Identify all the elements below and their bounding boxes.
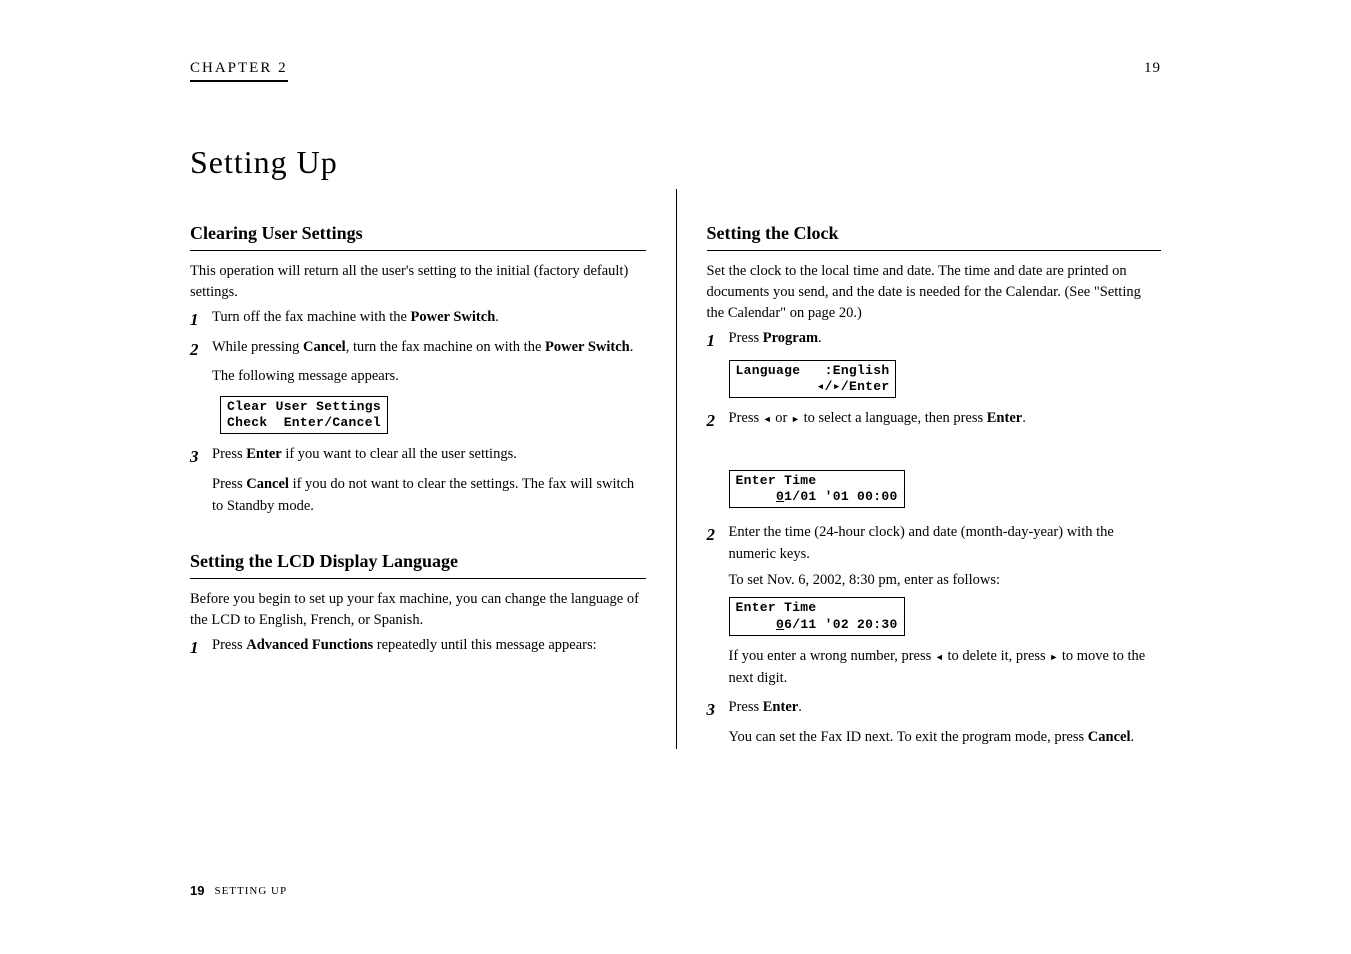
lcd-enter-time-initial: Enter Time 01/01 '01 00:00 <box>729 470 905 509</box>
text: . <box>630 339 634 355</box>
text: Press <box>212 476 246 492</box>
text: If you enter a wrong number, press <box>729 648 935 664</box>
step-number: 3 <box>707 697 729 723</box>
lcd-cursor: 0 <box>776 489 784 504</box>
text: if you want to clear all the user settin… <box>282 446 517 462</box>
clock-step-2: 2 Enter the time (24-hour clock) and dat… <box>707 522 1162 566</box>
text: . <box>1022 410 1026 426</box>
page-number-top: 19 <box>1144 60 1161 77</box>
step-body: Press Program. <box>729 328 1162 354</box>
step-body: Press Enter. <box>729 697 1162 723</box>
lcd-line: Clear User Settings <box>227 399 381 414</box>
bold: Cancel <box>303 339 346 355</box>
header: CHAPTER 2 19 <box>190 60 1161 82</box>
lcd-cursor: 0 <box>776 617 784 632</box>
triangle-left-icon <box>935 650 944 665</box>
page-title: Setting Up <box>190 144 1161 181</box>
text: Press <box>729 410 763 426</box>
step-body: Enter the time (24-hour clock) and date … <box>729 522 1162 566</box>
triangle-right-icon <box>791 412 800 427</box>
step-3: 3 Press Enter if you want to clear all t… <box>190 444 646 470</box>
step-body: Press Enter if you want to clear all the… <box>212 444 646 470</box>
section-clock-heading: Setting the Clock <box>707 223 1162 251</box>
lang-step-1: 1 Press Advanced Functions repeatedly un… <box>190 635 646 661</box>
step-number: 1 <box>190 307 212 333</box>
footer: 19 SETTING UP <box>190 883 287 898</box>
triangle-right-icon <box>1049 650 1058 665</box>
triangle-left-icon <box>763 412 772 427</box>
columns: Clearing User Settings This operation wi… <box>190 189 1161 749</box>
page-number-bottom: 19 <box>190 883 204 898</box>
step-1: 1 Turn off the fax machine with the Powe… <box>190 307 646 333</box>
lcd-line-seg <box>736 617 777 632</box>
step-number: 2 <box>707 408 729 434</box>
step-number: 3 <box>190 444 212 470</box>
text: to select a language, then press <box>800 410 987 426</box>
section-clock-intro: Set the clock to the local time and date… <box>707 261 1162 324</box>
lang-step-2: 2 Press or to select a language, then pr… <box>707 408 1162 434</box>
text: or <box>772 410 791 426</box>
step-number: 2 <box>707 522 729 566</box>
step-sub: The following message appears. <box>212 366 646 388</box>
lcd-line: Language :English <box>736 363 890 378</box>
text: , turn the fax machine on with the <box>346 339 545 355</box>
section-clear-settings-heading: Clearing User Settings <box>190 223 646 251</box>
step-sub: To set Nov. 6, 2002, 8:30 pm, enter as f… <box>729 570 1162 592</box>
left-column: Clearing User Settings This operation wi… <box>190 189 676 749</box>
text: repeatedly until this message appears: <box>373 637 596 653</box>
text: Press <box>212 637 246 653</box>
bold: Advanced Functions <box>246 637 373 653</box>
section-language-intro: Before you begin to set up your fax mach… <box>190 589 646 631</box>
step-number: 1 <box>707 328 729 354</box>
text: . <box>495 309 499 325</box>
step-body: Press Advanced Functions repeatedly unti… <box>212 635 646 661</box>
chapter-label: CHAPTER 2 <box>190 60 288 82</box>
footer-breadcrumb: SETTING UP <box>214 885 287 897</box>
bold: Enter <box>987 410 1022 426</box>
step-body: Turn off the fax machine with the Power … <box>212 307 646 333</box>
text: . <box>818 330 822 346</box>
clock-step-3: 3 Press Enter. <box>707 697 1162 723</box>
lcd-line-seg: 1/01 '01 00:00 <box>784 489 897 504</box>
bold: Cancel <box>246 476 289 492</box>
step-number: 1 <box>190 635 212 661</box>
page: CHAPTER 2 19 Setting Up Clearing User Se… <box>0 0 1351 954</box>
text: to delete it, press <box>944 648 1050 664</box>
lcd-enter-time-example: Enter Time 06/11 '02 20:30 <box>729 597 905 636</box>
text: You can set the Fax ID next. To exit the… <box>729 729 1088 745</box>
text: Press <box>729 699 763 715</box>
step-sub: You can set the Fax ID next. To exit the… <box>729 727 1162 749</box>
text: While pressing <box>212 339 303 355</box>
bold: Program <box>763 330 818 346</box>
text: . <box>1130 729 1134 745</box>
lcd-line: ◂/▸/Enter <box>736 379 890 394</box>
text: Press <box>729 330 763 346</box>
lcd-line: Enter Time <box>736 600 817 615</box>
step-sub: Press Cancel if you do not want to clear… <box>212 474 646 518</box>
text: . <box>798 699 802 715</box>
bold: Cancel <box>1088 729 1131 745</box>
step-2: 2 While pressing Cancel, turn the fax ma… <box>190 337 646 363</box>
step-number: 2 <box>190 337 212 363</box>
clock-step-1: 1 Press Program. <box>707 328 1162 354</box>
text: Turn off the fax machine with the <box>212 309 411 325</box>
bold: Enter <box>763 699 798 715</box>
lcd-line-seg <box>736 489 777 504</box>
right-column: Setting the Clock Set the clock to the l… <box>676 189 1162 749</box>
step-sub: If you enter a wrong number, press to de… <box>729 646 1162 690</box>
text: Press <box>212 446 246 462</box>
bold: Enter <box>246 446 281 462</box>
section-clear-settings-intro: This operation will return all the user'… <box>190 261 646 303</box>
step-body: Press or to select a language, then pres… <box>729 408 1162 434</box>
lcd-line-seg: 6/11 '02 20:30 <box>784 617 897 632</box>
lcd-line: Enter Time <box>736 473 817 488</box>
bold: Power Switch <box>545 339 630 355</box>
section-language-heading: Setting the LCD Display Language <box>190 551 646 579</box>
lcd-clear-settings: Clear User Settings Check Enter/Cancel <box>220 396 388 435</box>
lcd-line: Check Enter/Cancel <box>227 415 381 430</box>
lcd-language: Language :English ◂/▸/Enter <box>729 360 897 399</box>
step-body: While pressing Cancel, turn the fax mach… <box>212 337 646 363</box>
bold: Power Switch <box>411 309 496 325</box>
